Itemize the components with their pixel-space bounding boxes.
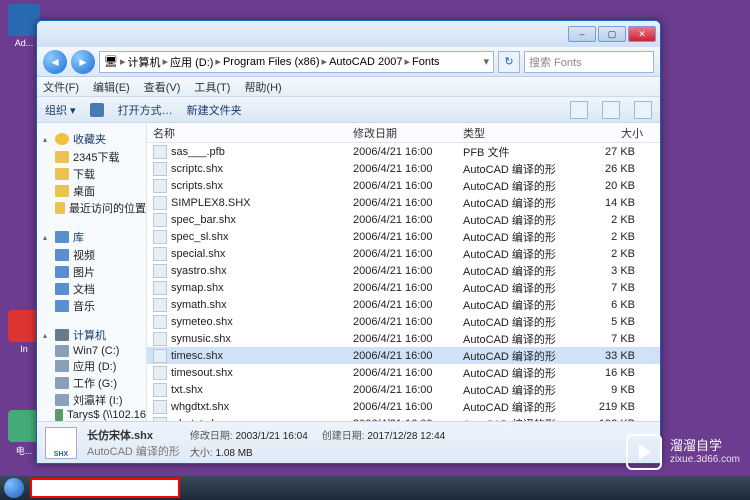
file-list: 名称 修改日期 类型 大小 sas___.pfb2006/4/21 16:00P… bbox=[147, 123, 660, 421]
sidebar-item[interactable]: Win7 (C:) bbox=[55, 345, 146, 357]
column-headers: 名称 修改日期 类型 大小 bbox=[147, 123, 660, 143]
file-row[interactable]: txt.shx2006/4/21 16:00AutoCAD 编译的形9 KB bbox=[147, 381, 660, 398]
menu-view[interactable]: 查看(V) bbox=[144, 79, 181, 95]
sidebar-computer[interactable]: ▴计算机 bbox=[43, 327, 146, 343]
menu-help[interactable]: 帮助(H) bbox=[244, 79, 281, 95]
computer-icon: 🖥 bbox=[104, 55, 118, 68]
preview-pane-button[interactable] bbox=[602, 101, 620, 119]
menu-tools[interactable]: 工具(T) bbox=[194, 79, 230, 95]
sidebar-item[interactable]: 文档 bbox=[55, 281, 146, 297]
help-button[interactable] bbox=[634, 101, 652, 119]
close-button[interactable]: ✕ bbox=[628, 26, 656, 42]
col-size[interactable]: 大小 bbox=[583, 125, 643, 141]
file-list-body[interactable]: sas___.pfb2006/4/21 16:00PFB 文件27 KBscri… bbox=[147, 143, 660, 421]
open-with-button[interactable]: 打开方式… bbox=[118, 102, 173, 118]
menubar: 文件(F) 编辑(E) 查看(V) 工具(T) 帮助(H) bbox=[37, 77, 660, 97]
sidebar-item[interactable]: 刘瀛祥 (I:) bbox=[55, 392, 146, 408]
menu-edit[interactable]: 编辑(E) bbox=[93, 79, 130, 95]
toolbar: 组织 ▾ 打开方式… 新建文件夹 bbox=[37, 97, 660, 123]
sidebar-item[interactable]: 下载 bbox=[55, 166, 146, 182]
minimize-button[interactable]: – bbox=[568, 26, 596, 42]
maximize-button[interactable]: ▢ bbox=[598, 26, 626, 42]
sidebar-favorites[interactable]: ▴收藏夹 bbox=[43, 131, 146, 147]
file-row[interactable]: whgdtxt.shx2006/4/21 16:00AutoCAD 编译的形21… bbox=[147, 398, 660, 415]
file-row[interactable]: scripts.shx2006/4/21 16:00AutoCAD 编译的形20… bbox=[147, 177, 660, 194]
file-row[interactable]: timesc.shx2006/4/21 16:00AutoCAD 编译的形33 … bbox=[147, 347, 660, 364]
sidebar-item[interactable]: 工作 (G:) bbox=[55, 375, 146, 391]
sidebar-item[interactable]: 音乐 bbox=[55, 298, 146, 314]
watermark: 溜溜自学 zixue.3d66.com bbox=[626, 434, 740, 470]
status-type: AutoCAD 编译的形 bbox=[87, 443, 180, 459]
sidebar-item[interactable]: 应用 (D:) bbox=[55, 358, 146, 374]
file-row[interactable]: symusic.shx2006/4/21 16:00AutoCAD 编译的形7 … bbox=[147, 330, 660, 347]
status-filename: 长仿宋体.shx bbox=[87, 430, 153, 442]
titlebar: – ▢ ✕ bbox=[37, 21, 660, 47]
organize-menu[interactable]: 组织 ▾ bbox=[45, 102, 76, 118]
breadcrumb[interactable]: 🖥 ▸计算机 ▸应用 (D:) ▸Program Files (x86) ▸Au… bbox=[99, 51, 494, 73]
file-row[interactable]: sas___.pfb2006/4/21 16:00PFB 文件27 KB bbox=[147, 143, 660, 160]
file-row[interactable]: special.shx2006/4/21 16:00AutoCAD 编译的形2 … bbox=[147, 245, 660, 262]
start-button[interactable] bbox=[4, 478, 24, 498]
computer-icon bbox=[55, 329, 69, 341]
sidebar: ▴收藏夹 2345下载 下载 桌面 最近访问的位置 ▴库 视频 图片 文档 音乐… bbox=[37, 123, 147, 421]
col-name[interactable]: 名称 bbox=[153, 125, 353, 141]
back-button[interactable]: ◄ bbox=[43, 50, 67, 74]
menu-file[interactable]: 文件(F) bbox=[43, 79, 79, 95]
file-thumbnail: SHX bbox=[45, 427, 77, 459]
navbar: ◄ ► 🖥 ▸计算机 ▸应用 (D:) ▸Program Files (x86)… bbox=[37, 47, 660, 77]
file-row[interactable]: timesout.shx2006/4/21 16:00AutoCAD 编译的形1… bbox=[147, 364, 660, 381]
file-row[interactable]: symeteo.shx2006/4/21 16:00AutoCAD 编译的形5 … bbox=[147, 313, 660, 330]
taskbar bbox=[0, 476, 750, 500]
taskbar-highlight[interactable] bbox=[30, 478, 180, 498]
star-icon bbox=[55, 133, 69, 145]
col-date[interactable]: 修改日期 bbox=[353, 125, 463, 141]
sidebar-item[interactable]: 桌面 bbox=[55, 183, 146, 199]
refresh-button[interactable]: ↻ bbox=[498, 51, 520, 73]
chevron-down-icon[interactable]: ▾ bbox=[483, 55, 489, 68]
view-options-button[interactable] bbox=[570, 101, 588, 119]
library-icon bbox=[55, 231, 69, 243]
file-row[interactable]: syastro.shx2006/4/21 16:00AutoCAD 编译的形3 … bbox=[147, 262, 660, 279]
explorer-window: – ▢ ✕ ◄ ► 🖥 ▸计算机 ▸应用 (D:) ▸Program Files… bbox=[36, 20, 661, 464]
new-folder-button[interactable]: 新建文件夹 bbox=[187, 102, 242, 118]
search-input[interactable]: 搜索 Fonts bbox=[524, 51, 654, 73]
forward-button[interactable]: ► bbox=[71, 50, 95, 74]
file-row[interactable]: SIMPLEX8.SHX2006/4/21 16:00AutoCAD 编译的形1… bbox=[147, 194, 660, 211]
sidebar-item[interactable]: 图片 bbox=[55, 264, 146, 280]
file-row[interactable]: symath.shx2006/4/21 16:00AutoCAD 编译的形6 K… bbox=[147, 296, 660, 313]
include-icon[interactable] bbox=[90, 103, 104, 117]
sidebar-libraries[interactable]: ▴库 bbox=[43, 229, 146, 245]
file-row[interactable]: spec_bar.shx2006/4/21 16:00AutoCAD 编译的形2… bbox=[147, 211, 660, 228]
file-row[interactable]: spec_sl.shx2006/4/21 16:00AutoCAD 编译的形2 … bbox=[147, 228, 660, 245]
play-icon bbox=[626, 434, 662, 470]
sidebar-item[interactable]: 视频 bbox=[55, 247, 146, 263]
sidebar-item[interactable]: Tarys$ (\\102.16 bbox=[55, 409, 146, 421]
file-row[interactable]: symap.shx2006/4/21 16:00AutoCAD 编译的形7 KB bbox=[147, 279, 660, 296]
sidebar-item[interactable]: 最近访问的位置 bbox=[55, 200, 146, 216]
file-row[interactable]: scriptc.shx2006/4/21 16:00AutoCAD 编译的形26… bbox=[147, 160, 660, 177]
sidebar-item[interactable]: 2345下载 bbox=[55, 149, 146, 165]
status-bar: SHX 长仿宋体.shx AutoCAD 编译的形 修改日期: 2003/1/2… bbox=[37, 421, 660, 463]
col-type[interactable]: 类型 bbox=[463, 125, 583, 141]
